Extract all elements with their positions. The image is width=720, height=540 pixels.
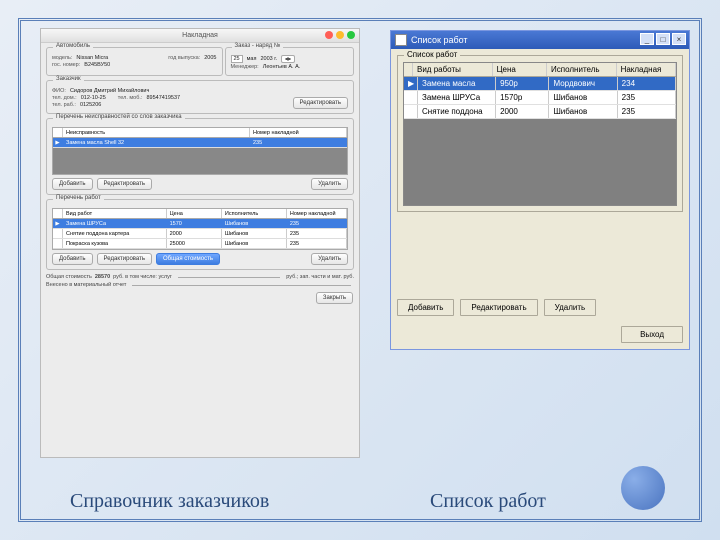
maximize-icon[interactable]: □ <box>656 33 670 45</box>
group-order: Заказ - наряд № <box>232 43 284 49</box>
window-title: Накладная <box>182 32 218 39</box>
table-row[interactable]: Покраска кузова 25000 Шибанов 235 <box>53 239 347 249</box>
list-add-button[interactable]: Добавить <box>397 299 454 316</box>
faults-grid[interactable]: Неисправность Номер накладной ▶ Замена м… <box>52 127 348 175</box>
faults-edit-button[interactable]: Редактировать <box>97 178 152 190</box>
table-row[interactable]: Замена ШРУСа 1570р Шибанов 235 <box>404 91 676 105</box>
list-delete-button[interactable]: Удалить <box>544 299 597 316</box>
date-stepper[interactable] <box>281 55 295 63</box>
titlebar: Накладная <box>41 29 359 43</box>
decorative-circle <box>621 466 665 510</box>
works-list-grid[interactable]: Вид работы Цена Исполнитель Накладная ▶ … <box>403 62 677 206</box>
table-row[interactable]: ▶ Замена масла 950р Мордвович 234 <box>404 77 676 91</box>
app-icon <box>395 34 407 46</box>
window-invoice: Накладная Автомобиль модель:Nissan Micra… <box>40 28 360 458</box>
faults-delete-button[interactable]: Удалить <box>311 178 348 190</box>
date-day[interactable]: 25 <box>231 55 243 63</box>
works-edit-button[interactable]: Редактировать <box>97 253 152 265</box>
exit-button[interactable]: Выход <box>621 326 683 343</box>
total-value: 28570 <box>95 274 110 280</box>
table-row[interactable]: Снятие поддона 2000 Шибанов 235 <box>404 105 676 119</box>
works-delete-button[interactable]: Удалить <box>311 253 348 265</box>
window-title: Список работ <box>411 35 468 45</box>
table-row[interactable]: ▶ Замена ШРУСа 1570 Шибанов 235 <box>53 219 347 229</box>
zoom-icon[interactable] <box>347 31 355 39</box>
titlebar: Список работ _ □ × <box>391 31 689 49</box>
minimize-icon[interactable]: _ <box>640 33 654 45</box>
minimize-icon[interactable] <box>336 31 344 39</box>
works-grid[interactable]: Вид работ Цена Исполнитель Номер накладн… <box>52 208 348 250</box>
group-faults: Перечень неисправностей со слов заказчик… <box>53 114 185 120</box>
caption-left: Справочник заказчиков <box>70 490 269 513</box>
caption-right: Список работ <box>430 490 546 513</box>
faults-add-button[interactable]: Добавить <box>52 178 93 190</box>
works-add-button[interactable]: Добавить <box>52 253 93 265</box>
customer-edit-button[interactable]: Редактировать <box>293 97 348 109</box>
close-icon[interactable]: × <box>672 33 686 45</box>
works-total-button[interactable]: Общая стоимость <box>156 253 220 265</box>
group-works: Перечень работ <box>53 195 104 201</box>
table-row[interactable]: Снятие поддона картера 2000 Шибанов 235 <box>53 229 347 239</box>
group-car: Автомобиль <box>53 43 93 49</box>
table-row[interactable]: ▶ Замена масла Shell 32 235 <box>53 138 347 148</box>
window-works-list: Список работ _ □ × Список работ Вид рабо… <box>390 30 690 350</box>
list-edit-button[interactable]: Редактировать <box>460 299 537 316</box>
close-button[interactable]: Закрыть <box>316 292 353 304</box>
close-icon[interactable] <box>325 31 333 39</box>
group-works-list: Список работ <box>404 50 460 59</box>
group-customer: Заказчик <box>53 76 84 82</box>
